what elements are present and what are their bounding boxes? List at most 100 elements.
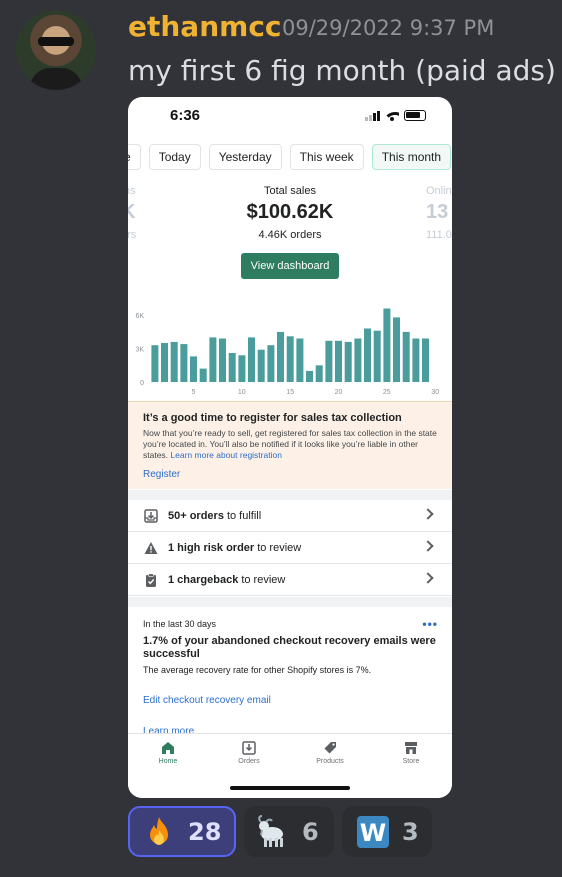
chart-bar [412,338,420,382]
reaction-fire[interactable]: 28 [128,806,236,857]
sales-tax-banner: It’s a good time to register for sales t… [128,401,452,489]
chart-bar [238,355,246,382]
avatar-sunglasses [38,37,74,46]
w-emoji-icon: W [356,815,390,849]
chart-bar [170,341,178,382]
reaction-count: 3 [402,817,419,846]
attached-image[interactable]: 6:36 ve Today Yesterday This week This m… [128,97,452,798]
learn-more-registration-link[interactable]: Learn more about registration [170,450,282,460]
clipboard-check-icon [144,573,158,587]
view-dashboard-button[interactable]: View dashboard [241,253,339,279]
tag-icon [300,738,360,758]
insight-headline: 1.7% of your abandoned checkout recovery… [143,635,436,661]
tab-partial[interactable]: ve [128,144,141,170]
chart-bar [199,368,207,382]
metric-main-value: $100.62K [246,201,334,223]
more-options-icon[interactable]: ••• [422,617,438,631]
sales-bar-chart: 0 3K 6K 5 10 15 20 25 30 [135,308,439,396]
chart-bar [325,340,333,382]
reaction-w[interactable]: W 3 [342,806,432,857]
x-tick-label: 5 [192,389,196,396]
reaction-count: 6 [302,817,319,846]
x-tick-label: 15 [286,389,294,396]
chart-bar [344,341,352,382]
home-indicator [230,786,350,790]
chart-bar [190,356,197,382]
task-bold: 50+ orders [168,510,224,522]
tab-yesterday[interactable]: Yesterday [208,144,282,170]
reaction-count: 28 [188,817,222,846]
status-bar: 6:36 [128,97,452,135]
signal-icon [365,111,380,121]
metrics-carousel: sions 1K sitors Total sales $100.62K 4.4… [128,185,452,255]
nav-products[interactable]: Products [300,738,360,765]
nav-products-label: Products [316,758,344,765]
edit-recovery-email-link[interactable]: Edit checkout recovery email [143,695,437,706]
date-range-tabs: ve Today Yesterday This week This month [128,144,452,170]
goat-emoji-icon [256,814,290,849]
metric-right-label: Onlin [426,185,452,197]
inbox-download-icon [144,509,158,523]
y-tick-label: 0 [140,380,144,387]
chart-bar [161,343,168,382]
chart-bar [422,338,429,382]
y-tick-label: 6K [135,313,144,320]
chevron-right-icon [422,540,434,552]
nav-home-label: Home [158,758,178,765]
task-rest: to review [241,574,286,586]
register-link[interactable]: Register [143,469,437,480]
chart-bar [257,349,265,382]
nav-home[interactable]: Home [138,738,198,765]
svg-text:W: W [360,819,386,847]
metric-online: Onlin 13 111.0 [426,185,452,241]
x-tick-label: 10 [238,389,246,396]
chevron-right-icon [422,508,434,520]
chart-bar [286,336,294,382]
insight-card: In the last 30 days ••• 1.7% of your aba… [128,617,452,737]
orders-icon [219,738,279,758]
chart-bar [383,308,391,382]
section-divider [128,597,452,607]
wifi-icon [385,111,399,121]
x-tick-label: 20 [335,389,343,396]
chart-bar [402,331,410,382]
reaction-goat[interactable]: 6 [244,806,334,857]
nav-store[interactable]: Store [381,738,441,765]
nav-orders[interactable]: Orders [219,738,279,765]
insight-description: The average recovery rate for other Shop… [143,665,372,676]
chart-bar [219,338,226,382]
fire-emoji-icon [142,815,176,849]
task-bold: 1 chargeback [168,574,239,586]
tab-today[interactable]: Today [148,144,201,170]
tab-this-week[interactable]: This week [289,144,364,170]
task-orders-to-fulfill[interactable]: 50+ orders to fulfill [128,501,452,532]
tab-this-month[interactable]: This month [371,144,452,170]
task-rest: to review [257,542,302,554]
user-avatar[interactable] [16,10,96,90]
insight-period: In the last 30 days [143,619,217,629]
section-divider [128,490,452,500]
nav-orders-label: Orders [238,758,260,765]
alert-triangle-icon [144,541,158,555]
chevron-right-icon [422,572,434,584]
task-chargeback[interactable]: 1 chargeback to review [128,565,452,596]
status-time: 6:36 [170,107,201,124]
banner-title: It’s a good time to register for sales t… [143,412,402,424]
metric-total-sales: Total sales $100.62K 4.46K orders [128,185,452,241]
chart-bar [315,365,323,382]
chart-bar [248,337,255,382]
metric-main-label: Total sales [264,185,316,197]
username[interactable]: ethanmcc [128,10,282,43]
metric-main-sub: 4.46K orders [258,229,322,241]
message-timestamp: 09/29/2022 9:37 PM [282,16,495,40]
bottom-navigation: Home Orders Products Store [128,733,452,798]
task-bold: 1 high risk order [168,542,255,554]
chart-bar [180,344,188,382]
chart-bar [393,317,400,382]
metric-right-value: 13 [426,201,449,223]
message-text: my first 6 fig month (paid ads) [128,54,556,87]
nav-store-label: Store [402,758,420,765]
task-high-risk-order[interactable]: 1 high risk order to review [128,533,452,564]
chart-bar [354,338,362,382]
banner-body: Now that you’re ready to sell, get regis… [143,428,437,461]
